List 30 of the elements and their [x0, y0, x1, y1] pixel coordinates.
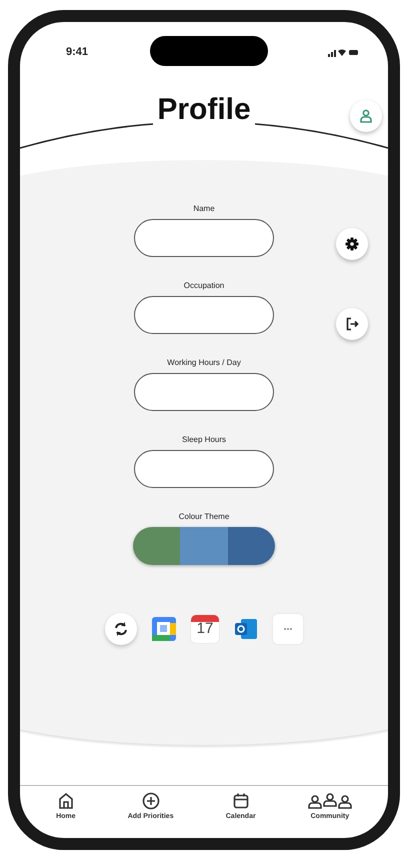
calendar-app-icon[interactable]: 17 — [191, 615, 219, 643]
settings-icon — [345, 237, 359, 251]
colour-swatch[interactable] — [228, 527, 275, 565]
profile-button[interactable] — [350, 100, 382, 132]
calendar-app-icon[interactable] — [150, 615, 178, 643]
input-field[interactable] — [134, 450, 274, 488]
home-icon — [56, 792, 75, 810]
input-field[interactable] — [134, 373, 274, 411]
colour-theme-picker[interactable] — [133, 527, 275, 565]
settings-button[interactable] — [336, 228, 368, 260]
sync-button[interactable] — [105, 613, 137, 645]
field-label: Occupation — [184, 281, 224, 290]
calendar-icon — [232, 792, 250, 810]
more-icon — [283, 627, 293, 631]
add-circle-icon — [142, 792, 160, 810]
field-label: Sleep Hours — [182, 435, 226, 444]
logout-button[interactable] — [336, 308, 368, 340]
field-label: Colour Theme — [178, 512, 230, 521]
field-label: Working Hours / Day — [167, 358, 241, 367]
status-time: 9:41 — [66, 46, 88, 58]
colour-swatch[interactable] — [133, 527, 180, 565]
people-icon — [308, 792, 352, 810]
sync-icon — [113, 621, 129, 637]
person-icon — [359, 109, 373, 123]
input-field[interactable] — [134, 296, 274, 334]
field-label: Name — [193, 204, 215, 213]
logout-icon — [345, 317, 359, 331]
status-icons — [328, 48, 358, 56]
input-field[interactable] — [134, 219, 274, 257]
colour-swatch[interactable] — [180, 527, 228, 565]
